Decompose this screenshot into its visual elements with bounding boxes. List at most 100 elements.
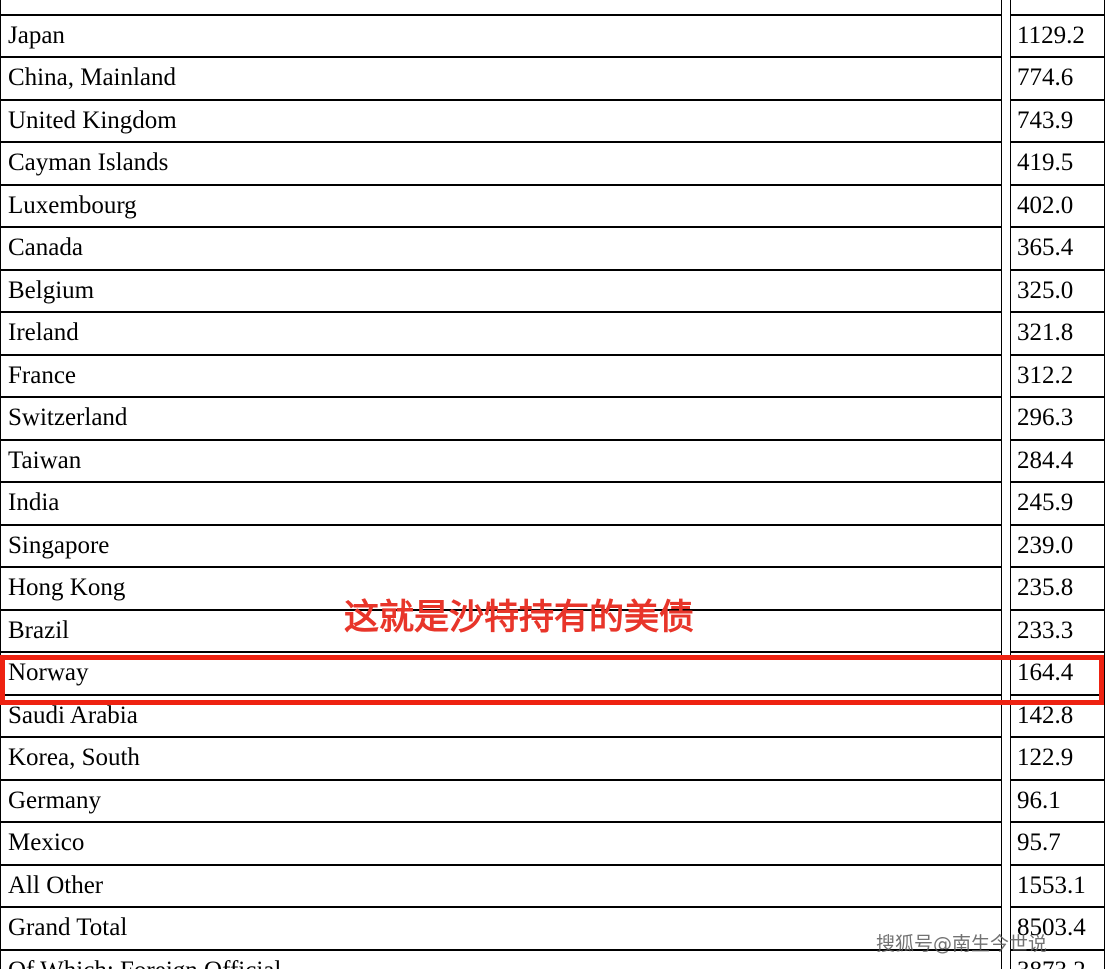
foreign-holders-table: Japan1129.21China, Mainland774.67United … bbox=[0, 0, 1109, 969]
holdings-value-cell: 296.3 bbox=[1010, 397, 1105, 440]
table-row: Luxembourg402.03 bbox=[0, 184, 1109, 227]
holdings-value-cell: 365.4 bbox=[1010, 227, 1105, 270]
column-gutter bbox=[1002, 567, 1010, 610]
holdings-value-cell: 245.9 bbox=[1010, 482, 1105, 525]
holdings-value-cell: 235.8 bbox=[1010, 567, 1105, 610]
holdings-value-cell: 774.6 bbox=[1010, 57, 1105, 100]
country-cell: Norway bbox=[0, 652, 1002, 695]
table-row: United Kingdom743.97 bbox=[0, 99, 1109, 142]
country-cell: Singapore bbox=[0, 524, 1002, 567]
column-gutter bbox=[1002, 737, 1010, 780]
table-row: Singapore239.02 bbox=[0, 524, 1109, 567]
column-gutter bbox=[1002, 269, 1010, 312]
table-row: Norway164.41 bbox=[0, 652, 1109, 695]
column-gutter bbox=[1002, 14, 1010, 57]
country-cell: Canada bbox=[0, 227, 1002, 270]
column-gutter bbox=[1002, 354, 1010, 397]
column-gutter bbox=[1105, 184, 1109, 227]
table-row: Saudi Arabia142.81 bbox=[0, 694, 1109, 737]
country-cell: Belgium bbox=[0, 269, 1002, 312]
column-gutter bbox=[1105, 737, 1109, 780]
holdings-value-cell: 402.0 bbox=[1010, 184, 1105, 227]
holdings-value-cell: 1129.2 bbox=[1010, 14, 1105, 57]
holdings-value-cell: 325.0 bbox=[1010, 269, 1105, 312]
table-row: Korea, South122.91 bbox=[0, 737, 1109, 780]
table-cell bbox=[1010, 0, 1105, 15]
country-cell: India bbox=[0, 482, 1002, 525]
country-cell: Of Which: Foreign Official bbox=[0, 949, 1002, 969]
column-gutter bbox=[1105, 354, 1109, 397]
holdings-value-cell: 284.4 bbox=[1010, 439, 1105, 482]
country-cell: All Other bbox=[0, 864, 1002, 907]
holdings-value-cell: 96.1 bbox=[1010, 779, 1105, 822]
holdings-value-cell: 312.2 bbox=[1010, 354, 1105, 397]
column-gutter bbox=[1002, 184, 1010, 227]
annotation-text: 这就是沙特持有的美债 bbox=[344, 598, 695, 638]
column-gutter bbox=[1105, 949, 1109, 969]
column-gutter bbox=[1105, 779, 1109, 822]
country-cell: Switzerland bbox=[0, 397, 1002, 440]
column-gutter bbox=[1105, 694, 1109, 737]
table-row: Japan1129.21 bbox=[0, 14, 1109, 57]
column-gutter bbox=[1105, 269, 1109, 312]
column-gutter bbox=[1002, 142, 1010, 185]
holdings-value-cell: 142.8 bbox=[1010, 694, 1105, 737]
country-cell: Korea, South bbox=[0, 737, 1002, 780]
column-gutter bbox=[1105, 312, 1109, 355]
country-cell: Saudi Arabia bbox=[0, 694, 1002, 737]
holdings-value-cell: 239.0 bbox=[1010, 524, 1105, 567]
column-gutter bbox=[1105, 567, 1109, 610]
column-gutter bbox=[1105, 14, 1109, 57]
column-gutter bbox=[1105, 142, 1109, 185]
column-gutter bbox=[1002, 864, 1010, 907]
table-cell bbox=[0, 0, 1002, 15]
column-gutter bbox=[1002, 482, 1010, 525]
column-gutter bbox=[1002, 694, 1010, 737]
screenshot-stage: Japan1129.21China, Mainland774.67United … bbox=[0, 0, 1109, 969]
column-gutter bbox=[1105, 397, 1109, 440]
country-cell: Mexico bbox=[0, 822, 1002, 865]
column-gutter bbox=[1105, 864, 1109, 907]
holdings-value-cell: 419.5 bbox=[1010, 142, 1105, 185]
country-cell: France bbox=[0, 354, 1002, 397]
holdings-value-cell: 164.4 bbox=[1010, 652, 1105, 695]
country-cell: Ireland bbox=[0, 312, 1002, 355]
holdings-value-cell: 743.9 bbox=[1010, 99, 1105, 142]
column-gutter bbox=[1002, 779, 1010, 822]
table-row: Germany96.19 bbox=[0, 779, 1109, 822]
table-body: Japan1129.21China, Mainland774.67United … bbox=[0, 0, 1109, 969]
country-cell: Grand Total bbox=[0, 907, 1002, 950]
column-gutter bbox=[1002, 0, 1010, 15]
table-row: India245.92 bbox=[0, 482, 1109, 525]
table-row: Ireland321.83 bbox=[0, 312, 1109, 355]
table-row: Cayman Islands419.53 bbox=[0, 142, 1109, 185]
column-gutter bbox=[1105, 99, 1109, 142]
watermark: 搜狐号@南生今世说 bbox=[876, 933, 1048, 955]
country-cell: Cayman Islands bbox=[0, 142, 1002, 185]
column-gutter bbox=[1002, 822, 1010, 865]
table-row: Belgium325.03 bbox=[0, 269, 1109, 312]
column-gutter bbox=[1002, 312, 1010, 355]
country-cell: Taiwan bbox=[0, 439, 1002, 482]
column-gutter bbox=[1002, 652, 1010, 695]
holdings-value-cell: 321.8 bbox=[1010, 312, 1105, 355]
column-gutter bbox=[1002, 227, 1010, 270]
column-gutter bbox=[1105, 609, 1109, 652]
table-row: Switzerland296.32 bbox=[0, 397, 1109, 440]
holdings-value-cell: 1553.1 bbox=[1010, 864, 1105, 907]
column-gutter bbox=[1105, 227, 1109, 270]
column-gutter bbox=[1002, 439, 1010, 482]
column-gutter bbox=[1105, 439, 1109, 482]
country-cell: Luxembourg bbox=[0, 184, 1002, 227]
holdings-value-cell: 122.9 bbox=[1010, 737, 1105, 780]
column-gutter bbox=[1002, 99, 1010, 142]
column-gutter bbox=[1002, 524, 1010, 567]
table-row: All Other1553.11 bbox=[0, 864, 1109, 907]
column-gutter bbox=[1002, 397, 1010, 440]
table-row bbox=[0, 0, 1109, 15]
table-row: France312.22 bbox=[0, 354, 1109, 397]
column-gutter bbox=[1105, 652, 1109, 695]
holdings-value-cell: 233.3 bbox=[1010, 609, 1105, 652]
table-row: Mexico95.79 bbox=[0, 822, 1109, 865]
column-gutter bbox=[1105, 822, 1109, 865]
